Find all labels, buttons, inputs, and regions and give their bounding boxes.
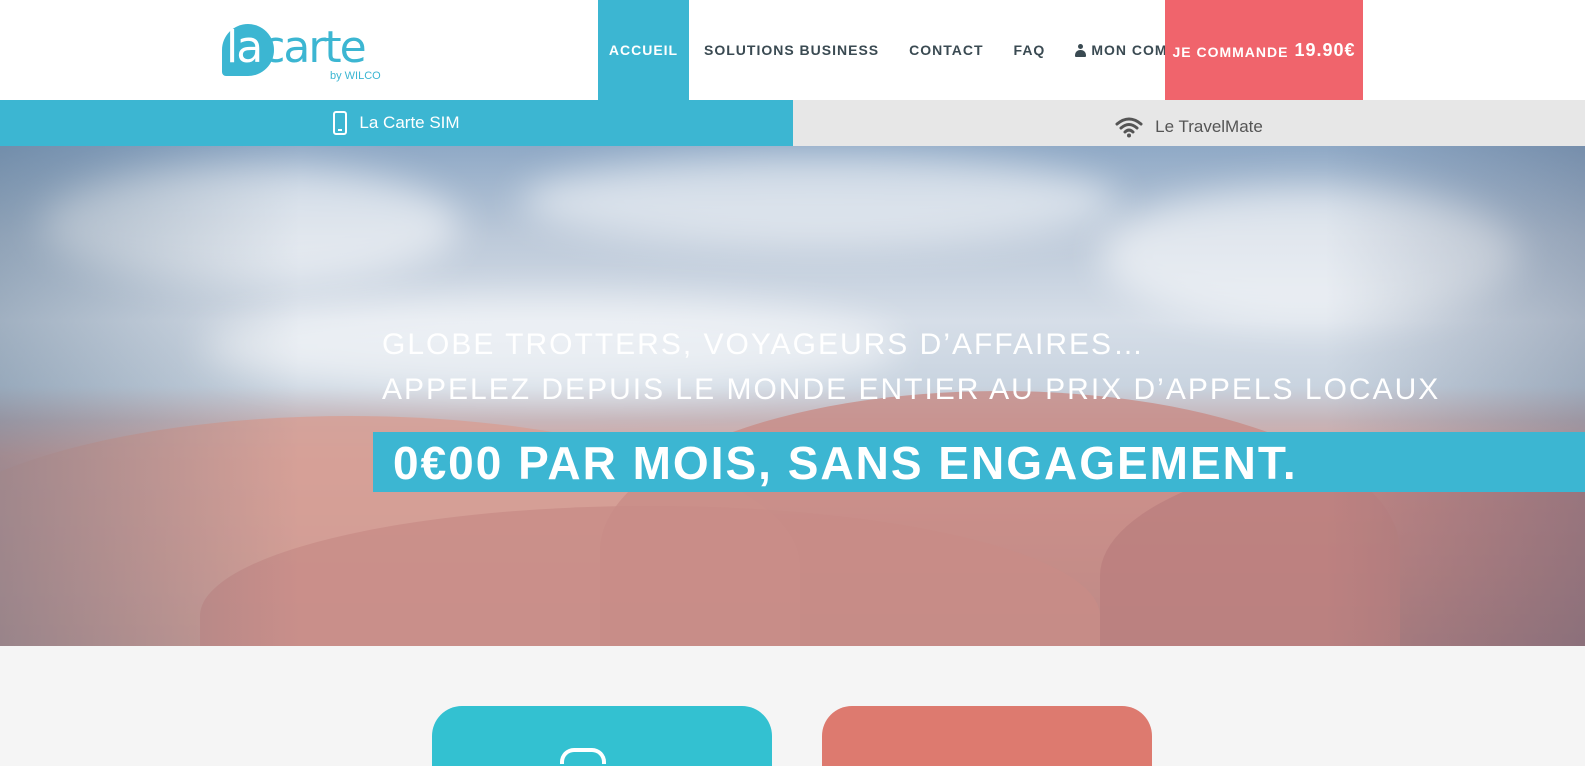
nav-accueil[interactable]: Accueil — [598, 0, 689, 100]
hero-shade — [0, 146, 300, 646]
sim-card-icon — [560, 748, 606, 764]
nav-solutions-business[interactable]: Solutions Business — [689, 0, 894, 100]
order-cta-button[interactable]: Je commande 19.90€ — [1165, 0, 1363, 100]
tab-le-travelmate[interactable]: Le TravelMate — [793, 100, 1585, 146]
user-icon — [1075, 43, 1087, 57]
product-subnav: La Carte SIM Le TravelMate — [0, 100, 1585, 146]
tab-le-travelmate-label: Le TravelMate — [1155, 117, 1263, 136]
feature-card-travelmate[interactable] — [822, 706, 1152, 766]
hero-tagline-2: Appelez depuis le monde entier au prix d… — [382, 373, 1441, 406]
tab-la-carte-sim[interactable]: La Carte SIM — [0, 100, 793, 146]
logo-wordmark: lacarte — [226, 22, 367, 73]
order-cta-label: Je commande — [1172, 43, 1289, 60]
main-nav: Accueil Solutions Business Contact FAQ M… — [598, 0, 1213, 100]
hero-cloud — [520, 156, 1120, 246]
nav-contact[interactable]: Contact — [894, 0, 998, 100]
wifi-icon — [1115, 117, 1143, 138]
hero-tagline-1: Globe trotters, voyageurs d’affaires… — [382, 328, 1146, 361]
site-header: lacarte by WILCO Accueil Solutions Busin… — [0, 0, 1585, 100]
hero-offer-band: 0€00 par mois, sans engagement. — [373, 432, 1585, 492]
lacarte-logo[interactable]: lacarte by WILCO — [222, 20, 381, 86]
order-cta-price: 19.90€ — [1294, 39, 1356, 60]
nav-faq[interactable]: FAQ — [999, 0, 1061, 100]
feature-card-sim[interactable] — [432, 706, 772, 766]
tab-la-carte-sim-label: La Carte SIM — [359, 113, 460, 132]
mobile-phone-icon — [333, 111, 348, 135]
hero-offer-text: 0€00 par mois, sans engagement. — [393, 437, 1298, 489]
hero-banner: Globe trotters, voyageurs d’affaires… Ap… — [0, 146, 1585, 646]
